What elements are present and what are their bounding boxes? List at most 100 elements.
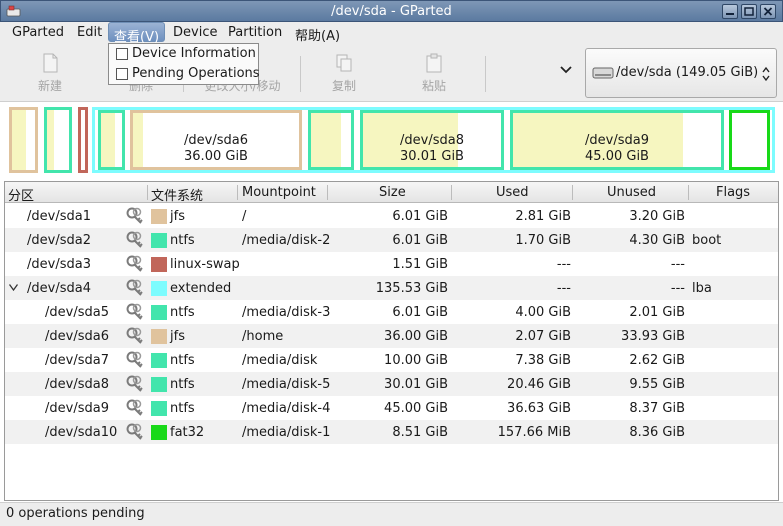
column-header-used[interactable]: Used: [496, 185, 529, 200]
filesystem: ntfs: [170, 233, 195, 248]
partition-name: /dev/sda4: [27, 281, 91, 296]
column-header-flags[interactable]: Flags: [716, 185, 750, 200]
table-row[interactable]: /dev/sda1 jfs / 6.01 GiB 2.81 GiB 3.20 GiB: [5, 204, 778, 228]
device-selector[interactable]: /dev/sda (149.05 GiB): [585, 48, 777, 98]
graph-partition-sda9[interactable]: /dev/sda9 45.00 GiB: [510, 110, 724, 170]
used: 36.63 GiB: [507, 401, 571, 416]
partition-graph: /dev/sda6 36.00 GiB /dev/sda8 30.01 GiB /d…: [4, 103, 779, 177]
toolbar-separator: [485, 56, 486, 92]
graph-partition-label: /dev/sda9 45.00 GiB: [513, 133, 721, 165]
maximize-button[interactable]: [741, 4, 757, 19]
key-icon: [125, 206, 145, 226]
graph-partition-label: [101, 133, 122, 149]
graph-partition-label: [81, 130, 85, 146]
graph-partition-size: 45.00 GiB: [585, 149, 649, 164]
partition-table: 分区 文件系统 Mountpoint Size Used Unused Flag…: [4, 181, 779, 501]
table-row[interactable]: /dev/sda10 fat32/media/disk-1 8.51 GiB 157.…: [5, 420, 778, 444]
table-row[interactable]: /dev/sda4 extended 135.53 GiB --- --- lba: [5, 276, 778, 300]
menu-partition[interactable]: Partition: [228, 25, 282, 40]
graph-partition-sda10[interactable]: [729, 110, 770, 170]
size: 6.01 GiB: [392, 233, 448, 248]
paste-button-label: 粘贴: [421, 79, 446, 93]
column-header-mountpoint[interactable]: Mountpoint: [242, 185, 316, 200]
used: 157.66 MiB: [497, 425, 571, 440]
size: 6.01 GiB: [392, 209, 448, 224]
menu-edit[interactable]: Edit: [77, 25, 102, 40]
mountpoint: /media/disk-3: [242, 305, 331, 320]
status-bar: 0 operations pending: [0, 502, 783, 526]
unused: 8.36 GiB: [629, 425, 685, 440]
copy-button[interactable]: 复制: [319, 52, 369, 96]
key-icon: [125, 374, 145, 394]
column-divider: [572, 185, 573, 200]
table-row[interactable]: /dev/sda7 ntfs/media/disk 10.00 GiB 7.38 Gi…: [5, 348, 778, 372]
unused: 2.62 GiB: [629, 353, 685, 368]
minimize-button[interactable]: [722, 4, 738, 19]
graph-partition-name: /dev/sda8: [400, 133, 464, 148]
partition-name: /dev/sda1: [27, 209, 91, 224]
key-icon: [125, 278, 145, 298]
graph-partition-sda6[interactable]: /dev/sda6 36.00 GiB: [130, 110, 302, 170]
menu-gparted[interactable]: GParted: [12, 25, 64, 40]
table-row[interactable]: /dev/sda5 ntfs/media/disk-3 6.01 GiB 4.00 G…: [5, 300, 778, 324]
column-header-unused[interactable]: Unused: [607, 185, 656, 200]
table-row[interactable]: /dev/sda3 linux-swap 1.51 GiB --- ---: [5, 252, 778, 276]
column-header-partition[interactable]: 分区: [8, 185, 34, 204]
unused: ---: [670, 281, 685, 296]
menu-item-label: Device Information: [132, 46, 256, 61]
expander-arrow-icon[interactable]: [9, 284, 18, 291]
updown-arrows-icon: [762, 66, 770, 82]
used: 20.46 GiB: [507, 377, 571, 392]
graph-partition-sda1[interactable]: [9, 107, 38, 173]
mountpoint: /media/disk-5: [242, 377, 331, 392]
key-icon: [125, 422, 145, 442]
view-menu-dropdown: Device Information Pending Operations: [108, 43, 260, 85]
key-icon: [125, 398, 145, 418]
filesystem: jfs: [170, 209, 185, 224]
menu-view[interactable]: 查看(V): [108, 22, 166, 45]
filesystem: ntfs: [170, 353, 195, 368]
mountpoint: /media/disk: [242, 353, 318, 368]
paste-button[interactable]: 粘贴: [409, 52, 459, 96]
table-row[interactable]: /dev/sda8 ntfs/media/disk-5 30.01 GiB 20.46…: [5, 372, 778, 396]
title-bar: /dev/sda - GParted: [0, 0, 783, 22]
graph-partition-sda2[interactable]: [44, 107, 72, 173]
used: 2.07 GiB: [515, 329, 571, 344]
size: 10.00 GiB: [384, 353, 448, 368]
toolbar-overflow-chevron-icon[interactable]: [558, 62, 574, 78]
new-button[interactable]: 新建: [25, 52, 75, 96]
close-button[interactable]: [760, 4, 776, 19]
graph-partition-label: [12, 130, 35, 146]
column-divider: [237, 185, 238, 200]
graph-partition-sda8[interactable]: /dev/sda8 30.01 GiB: [360, 110, 504, 170]
column-divider: [688, 185, 689, 200]
graph-partition-size: 36.00 GiB: [184, 149, 248, 164]
used: 4.00 GiB: [515, 305, 571, 320]
column-header-size[interactable]: Size: [379, 185, 406, 200]
graph-partition-sda5[interactable]: [98, 110, 125, 170]
graph-partition-sda3[interactable]: [78, 107, 88, 173]
column-header-filesystem[interactable]: 文件系统: [151, 185, 203, 204]
partition-name: /dev/sda8: [45, 377, 109, 392]
graph-partition-label: /dev/sda6 36.00 GiB: [133, 133, 299, 165]
menu-help[interactable]: 帮助(A): [295, 25, 340, 44]
filesystem-color-swatch: [151, 377, 167, 392]
maximize-icon: [744, 7, 754, 16]
menu-device[interactable]: Device: [173, 25, 217, 40]
graph-partition-sda7[interactable]: [308, 110, 354, 170]
table-row[interactable]: /dev/sda9 ntfs/media/disk-4 45.00 GiB 36.63…: [5, 396, 778, 420]
table-row[interactable]: /dev/sda2 ntfs/media/disk-2 6.01 GiB 1.70 G…: [5, 228, 778, 252]
filesystem: jfs: [170, 329, 185, 344]
menu-bar: GParted Edit 查看(V) Device Partition 帮助(A…: [0, 22, 783, 45]
graph-partition-label: /dev/sda8 30.01 GiB: [363, 133, 501, 165]
new-document-icon: [43, 53, 58, 73]
partition-name: /dev/sda6: [45, 329, 109, 344]
key-icon: [125, 326, 145, 346]
filesystem: ntfs: [170, 401, 195, 416]
graph-partition-name: /dev/sda9: [585, 133, 649, 148]
mountpoint: /: [242, 209, 247, 224]
table-row[interactable]: /dev/sda6 jfs/home 36.00 GiB 2.07 GiB 33.93 …: [5, 324, 778, 348]
pending-operations-checkbox[interactable]: [116, 68, 128, 80]
device-information-checkbox[interactable]: [116, 48, 128, 60]
filesystem-color-swatch: [151, 305, 167, 320]
